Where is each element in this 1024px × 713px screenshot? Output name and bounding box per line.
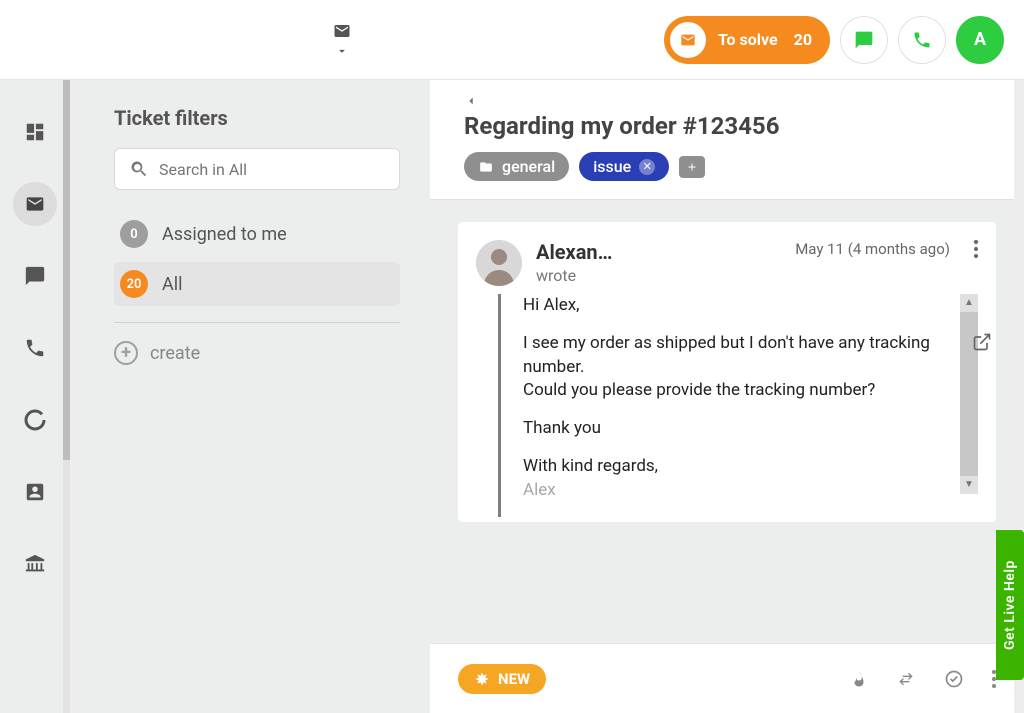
- topbar-right: To solve 20 A: [664, 16, 1004, 64]
- open-external-button[interactable]: [962, 322, 996, 362]
- filter-label: Assigned to me: [162, 224, 287, 245]
- chat-icon: [24, 265, 46, 287]
- mail-icon: [331, 22, 353, 40]
- chevron-left-icon: [464, 94, 478, 108]
- rail-mail[interactable]: [13, 182, 57, 226]
- plus-icon: [686, 161, 698, 173]
- tag-general[interactable]: general: [464, 152, 569, 181]
- contact-card-icon: [24, 481, 46, 503]
- divider: [114, 322, 400, 323]
- filter-label: All: [162, 274, 183, 295]
- chat-button[interactable]: [840, 16, 888, 64]
- tag-issue[interactable]: issue ✕: [579, 152, 669, 181]
- chevron-down-icon: [334, 44, 350, 58]
- burst-icon: [474, 671, 490, 687]
- status-label: NEW: [498, 670, 530, 688]
- check-circle-icon: [944, 669, 964, 689]
- message-area: Alexan… wrote May 11 (4 months ago) Hi A…: [430, 200, 1024, 643]
- wrote-label: wrote: [536, 266, 612, 285]
- live-help-tab[interactable]: Get Live Help: [996, 530, 1024, 680]
- scroll-down-arrow[interactable]: ▼: [960, 476, 978, 494]
- main: Ticket filters 0 Assigned to me 20 All +…: [0, 80, 1024, 713]
- rail-dashboard[interactable]: [13, 110, 57, 154]
- live-help-label: Get Live Help: [1002, 560, 1018, 650]
- open-external-icon: [972, 332, 992, 352]
- topbar-left: [20, 22, 664, 58]
- message-body-wrap: Hi Alex, I see my order as shipped but I…: [476, 294, 978, 517]
- search-input[interactable]: [159, 160, 385, 179]
- to-solve-pill[interactable]: To solve 20: [664, 16, 830, 64]
- to-solve-label: To solve: [718, 30, 778, 49]
- plus-circle-icon: +: [114, 341, 138, 365]
- filter-all[interactable]: 20 All: [114, 262, 400, 306]
- footer-actions: [850, 669, 996, 689]
- scroll-up-arrow[interactable]: ▲: [960, 294, 978, 312]
- rail-contacts[interactable]: [13, 470, 57, 514]
- tags-row: general issue ✕: [464, 152, 990, 181]
- ticket-panel: Regarding my order #123456 general issue…: [430, 80, 1024, 713]
- filter-count-badge: 20: [120, 270, 148, 298]
- message-header: Alexan… wrote May 11 (4 months ago): [476, 240, 978, 286]
- close-icon[interactable]: ✕: [639, 159, 655, 175]
- body-line: Hi Alex,: [523, 294, 958, 318]
- activity-ring-icon: [23, 408, 47, 432]
- rail-phone[interactable]: [13, 326, 57, 370]
- mail-icon: [23, 194, 47, 214]
- sender-block: Alexan… wrote: [536, 240, 612, 285]
- phone-icon: [912, 30, 932, 50]
- message-card: Alexan… wrote May 11 (4 months ago) Hi A…: [458, 222, 996, 522]
- kebab-icon: [974, 240, 978, 258]
- filters-panel: Ticket filters 0 Assigned to me 20 All +…: [70, 80, 430, 713]
- tag-label: issue: [593, 157, 631, 176]
- create-label: create: [150, 343, 200, 364]
- rail-chat[interactable]: [13, 254, 57, 298]
- phone-button[interactable]: [898, 16, 946, 64]
- body-line: Thank you: [523, 417, 958, 441]
- back-button[interactable]: [464, 94, 990, 108]
- filter-count-badge: 0: [120, 220, 148, 248]
- rail-scrollbar[interactable]: [63, 80, 70, 713]
- body-line: With kind regards, Alex: [523, 455, 958, 503]
- add-tag-button[interactable]: [679, 156, 705, 178]
- body-line: I see my order as shipped but I don't ha…: [523, 332, 958, 403]
- rail-knowledge[interactable]: [13, 542, 57, 586]
- topbar: To solve 20 A: [0, 0, 1024, 80]
- to-solve-count: 20: [794, 30, 812, 49]
- phone-icon: [24, 337, 46, 359]
- avatar-initial: A: [974, 29, 986, 50]
- folder-icon: [478, 160, 494, 174]
- create-filter[interactable]: + create: [114, 341, 400, 365]
- tag-label: general: [502, 157, 555, 176]
- ticket-header: Regarding my order #123456 general issue…: [430, 80, 1024, 200]
- transfer-button[interactable]: [896, 671, 916, 687]
- sender-avatar: [476, 240, 522, 286]
- nav-rail: [0, 80, 70, 713]
- message-body: Hi Alex, I see my order as shipped but I…: [523, 294, 978, 517]
- dashboard-icon: [24, 121, 46, 143]
- priority-button[interactable]: [850, 669, 868, 689]
- channel-selector[interactable]: [331, 22, 353, 58]
- message-date: May 11 (4 months ago): [795, 240, 950, 258]
- search-icon: [129, 159, 149, 179]
- filters-title: Ticket filters: [114, 106, 400, 130]
- user-avatar[interactable]: A: [956, 16, 1004, 64]
- status-pill[interactable]: NEW: [458, 664, 546, 694]
- mail-icon: [670, 22, 706, 58]
- ticket-footer: NEW: [430, 643, 1024, 713]
- ticket-title: Regarding my order #123456: [464, 112, 990, 140]
- quote-bar: [498, 294, 501, 517]
- rail-activity[interactable]: [13, 398, 57, 442]
- chat-icon: [854, 30, 874, 50]
- resolve-button[interactable]: [944, 669, 964, 689]
- building-icon: [24, 553, 46, 575]
- flame-icon: [850, 669, 868, 689]
- sender-name: Alexan…: [536, 240, 612, 264]
- transfer-icon: [896, 671, 916, 687]
- filter-assigned-to-me[interactable]: 0 Assigned to me: [114, 212, 400, 256]
- filters-search[interactable]: [114, 148, 400, 190]
- message-menu[interactable]: [974, 240, 978, 258]
